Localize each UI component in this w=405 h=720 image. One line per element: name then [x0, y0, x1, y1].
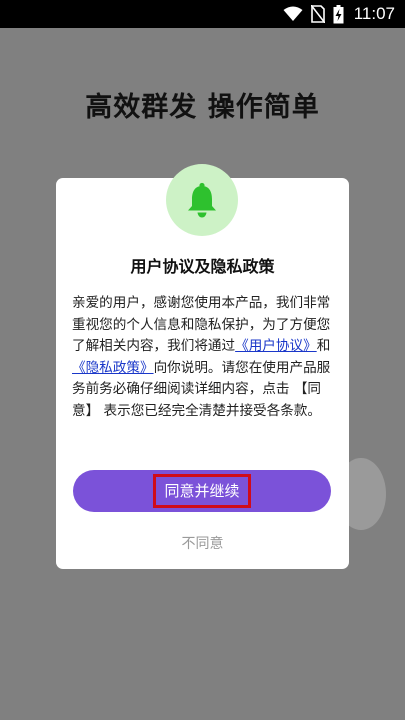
dialog-title: 用户协议及隐私政策	[130, 257, 275, 276]
user-agreement-link[interactable]: 《用户协议》	[235, 338, 317, 354]
status-time: 11:07	[353, 4, 395, 23]
agree-button-label: 同意并继续	[153, 474, 251, 508]
privacy-dialog: 用户协议及隐私政策 亲爱的用户，感谢您使用本产品，我们非常重视您的个人信息和隐私…	[56, 164, 349, 569]
battery-charging-icon	[333, 4, 344, 23]
status-icons: 11:07	[283, 0, 395, 28]
bell-icon	[188, 182, 216, 218]
privacy-policy-link[interactable]: 《隐私政策》	[72, 360, 154, 376]
disagree-button[interactable]: 不同意	[56, 533, 349, 553]
page-headline: 高效群发 操作简单	[85, 92, 320, 123]
no-sim-icon	[310, 5, 325, 23]
status-bar: 11:07	[0, 0, 405, 28]
agree-continue-button[interactable]: 同意并继续	[73, 470, 331, 512]
wifi-icon	[283, 6, 303, 21]
dialog-body: 亲爱的用户，感谢您使用本产品，我们非常重视您的个人信息和隐私保护，为了方便您了解…	[72, 293, 336, 423]
and-text: 和	[316, 338, 331, 355]
bell-icon-badge	[166, 164, 238, 236]
